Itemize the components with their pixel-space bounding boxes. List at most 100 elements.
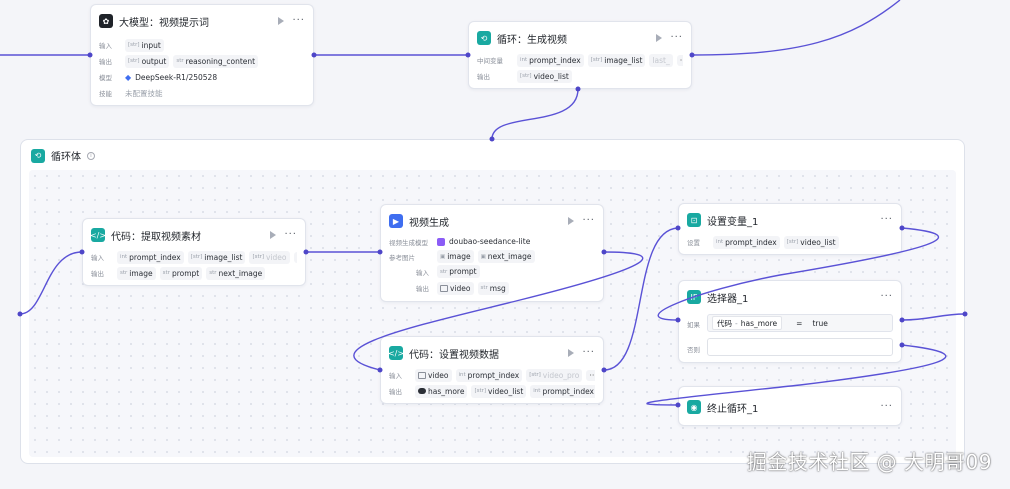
- param-tag: ▣ next_image: [477, 250, 535, 263]
- wire-loop-out: [691, 0, 901, 56]
- more-icon[interactable]: ···: [582, 216, 595, 226]
- model-icon: [437, 237, 445, 246]
- run-icon[interactable]: [278, 17, 285, 25]
- else-branch-box[interactable]: [707, 338, 893, 356]
- param-tag: int prompt_index: [455, 368, 523, 382]
- param-tag: int prompt_index: [117, 250, 184, 264]
- param-tag: video: [415, 368, 452, 382]
- model-row: 视频生成模型 doubao-seedance-lite: [389, 237, 531, 247]
- info-icon[interactable]: i: [87, 151, 95, 160]
- node-title: 视频生成: [409, 217, 449, 229]
- param-tag: [str] output: [125, 54, 170, 68]
- condition-operator[interactable]: =: [796, 319, 802, 328]
- mid-vars-row: 中间变量 int prompt_index [str] image_list las…: [477, 52, 683, 68]
- whale-icon: ◆: [125, 72, 132, 82]
- param-tag: ▣ image: [437, 250, 474, 263]
- set-row: 设置 int prompt_index [str] video_list: [687, 234, 893, 250]
- param-tag: has_more: [415, 384, 468, 398]
- more-icon[interactable]: ···: [670, 33, 683, 43]
- param-tag: str image: [117, 266, 156, 280]
- param-tag: str prompt: [437, 265, 480, 278]
- skill-value: 未配置技能: [125, 88, 163, 98]
- node-title: 选择器_1: [707, 293, 749, 305]
- param-tag: str reasoning_content: [173, 54, 259, 68]
- input-row: 输入 video int prompt_index [str] video_pro …: [389, 367, 595, 383]
- node-loop-generate-video[interactable]: ⟲ 循环：生成视频 ··· 中间变量 int prompt_index [str]…: [468, 21, 692, 89]
- code-icon: </>: [90, 228, 106, 242]
- node-title: 终止循环_1: [707, 403, 759, 415]
- workflow-canvas[interactable]: ⟲ 循环体 i ✿ 大模型：视频提示词 ··· 输入 [str] input 输出…: [0, 0, 1010, 489]
- else-label: 否则: [687, 346, 700, 354]
- more-icon[interactable]: ···: [880, 292, 893, 302]
- loop-icon: ⟲: [31, 148, 45, 163]
- node-selector[interactable]: IF 选择器_1 ··· 如果 代码 - has_more = true 否则: [678, 280, 902, 363]
- video-icon: ▶: [389, 214, 403, 228]
- param-tag: [str] image_list: [187, 250, 246, 264]
- input-row: 输入 [str] input: [99, 37, 305, 53]
- if-label: 如果: [687, 321, 700, 329]
- condition-source-chip[interactable]: 代码 - has_more: [712, 316, 783, 330]
- more-icon[interactable]: ···: [880, 215, 893, 225]
- llm-icon: ✿: [99, 14, 113, 28]
- ref-images-row: 参考图片 ▣ image ▣ next_image: [389, 249, 595, 264]
- more-params-icon[interactable]: ···: [676, 54, 683, 66]
- stop-icon: ◉: [687, 400, 701, 414]
- run-icon[interactable]: [656, 34, 663, 42]
- param-tag: str msg: [477, 281, 509, 295]
- param-tag: str prompt: [159, 266, 203, 280]
- variable-icon: ⊡: [687, 213, 701, 227]
- model-name: DeepSeek-R1/250528: [135, 72, 218, 82]
- loop-body-title: 循环体: [51, 152, 81, 163]
- param-tag: int prompt_index: [713, 235, 780, 249]
- run-icon[interactable]: [270, 231, 277, 239]
- param-tag: [str] video_list: [517, 69, 572, 83]
- node-stop-loop[interactable]: ◉ 终止循环_1 ···: [678, 386, 902, 426]
- model-name: doubao-seedance-lite: [449, 237, 531, 246]
- param-tag: str next_image: [206, 266, 266, 280]
- node-title: 代码：设置视频数据: [409, 349, 499, 361]
- input-row: 输入 str prompt: [389, 264, 595, 279]
- watermark: 掘金技术社区 @ 大明哥09: [746, 450, 992, 474]
- param-tag: [str] video_list: [783, 235, 839, 249]
- more-icon[interactable]: ···: [880, 402, 893, 412]
- condition-icon: IF: [687, 290, 701, 304]
- output-row: 输出 has_more [str] video_list int prompt_in…: [389, 383, 595, 399]
- more-icon[interactable]: ···: [582, 348, 595, 358]
- param-tag: video: [437, 281, 474, 295]
- param-tag: [str] video_pro: [526, 368, 583, 382]
- param-tag: int prompt_index: [517, 53, 584, 67]
- node-title: 大模型：视频提示词: [119, 17, 209, 29]
- node-code-extract-material[interactable]: </> 代码：提取视频素材 ··· 输入 int prompt_index [st…: [82, 218, 306, 286]
- param-tag: [str] image_list: [587, 53, 646, 67]
- more-params-icon[interactable]: ···: [586, 369, 595, 381]
- node-title: 代码：提取视频素材: [111, 231, 201, 243]
- if-condition[interactable]: 代码 - has_more = true: [707, 314, 893, 332]
- model-row: 模型 ◆ DeepSeek-R1/250528: [99, 72, 218, 83]
- node-video-generation[interactable]: ▶ 视频生成 ··· 视频生成模型 doubao-seedance-lite 参…: [380, 204, 604, 302]
- param-tag: [str] video: [249, 250, 290, 264]
- output-row: 输出 video str msg: [389, 279, 595, 297]
- node-llm-video-prompt[interactable]: ✿ 大模型：视频提示词 ··· 输入 [str] input 输出 [str] ou…: [90, 4, 314, 106]
- code-icon: </>: [388, 346, 404, 360]
- input-row: 输入 int prompt_index [str] image_list [str]…: [91, 249, 297, 265]
- param-tag: last_: [649, 53, 673, 67]
- condition-value[interactable]: true: [808, 317, 831, 329]
- param-tag: int prompt_index: [530, 384, 595, 398]
- output-row: 输出 str image str prompt str next_image: [91, 265, 297, 281]
- param-tag: [str] video_list: [471, 384, 527, 398]
- wire-loop-to-body: [491, 88, 579, 140]
- node-title: 设置变量_1: [707, 216, 759, 228]
- loop-body-header: ⟲ 循环体 i: [31, 148, 95, 163]
- loop-icon: ⟲: [477, 31, 491, 45]
- more-params-icon[interactable]: ···: [293, 251, 297, 263]
- more-icon[interactable]: ···: [292, 16, 305, 26]
- output-row: 输出 [str] video_list: [477, 68, 683, 84]
- skill-row: 技能 未配置技能: [99, 88, 163, 99]
- run-icon[interactable]: [568, 217, 575, 225]
- node-title: 循环：生成视频: [497, 34, 567, 46]
- node-code-set-video-data[interactable]: </> 代码：设置视频数据 ··· 输入 video int prompt_ind…: [380, 336, 604, 404]
- node-set-variable[interactable]: ⊡ 设置变量_1 ··· 设置 int prompt_index [str] vid…: [678, 203, 902, 255]
- more-icon[interactable]: ···: [284, 230, 297, 240]
- run-icon[interactable]: [568, 349, 575, 357]
- output-row: 输出 [str] output str reasoning_content: [99, 53, 305, 69]
